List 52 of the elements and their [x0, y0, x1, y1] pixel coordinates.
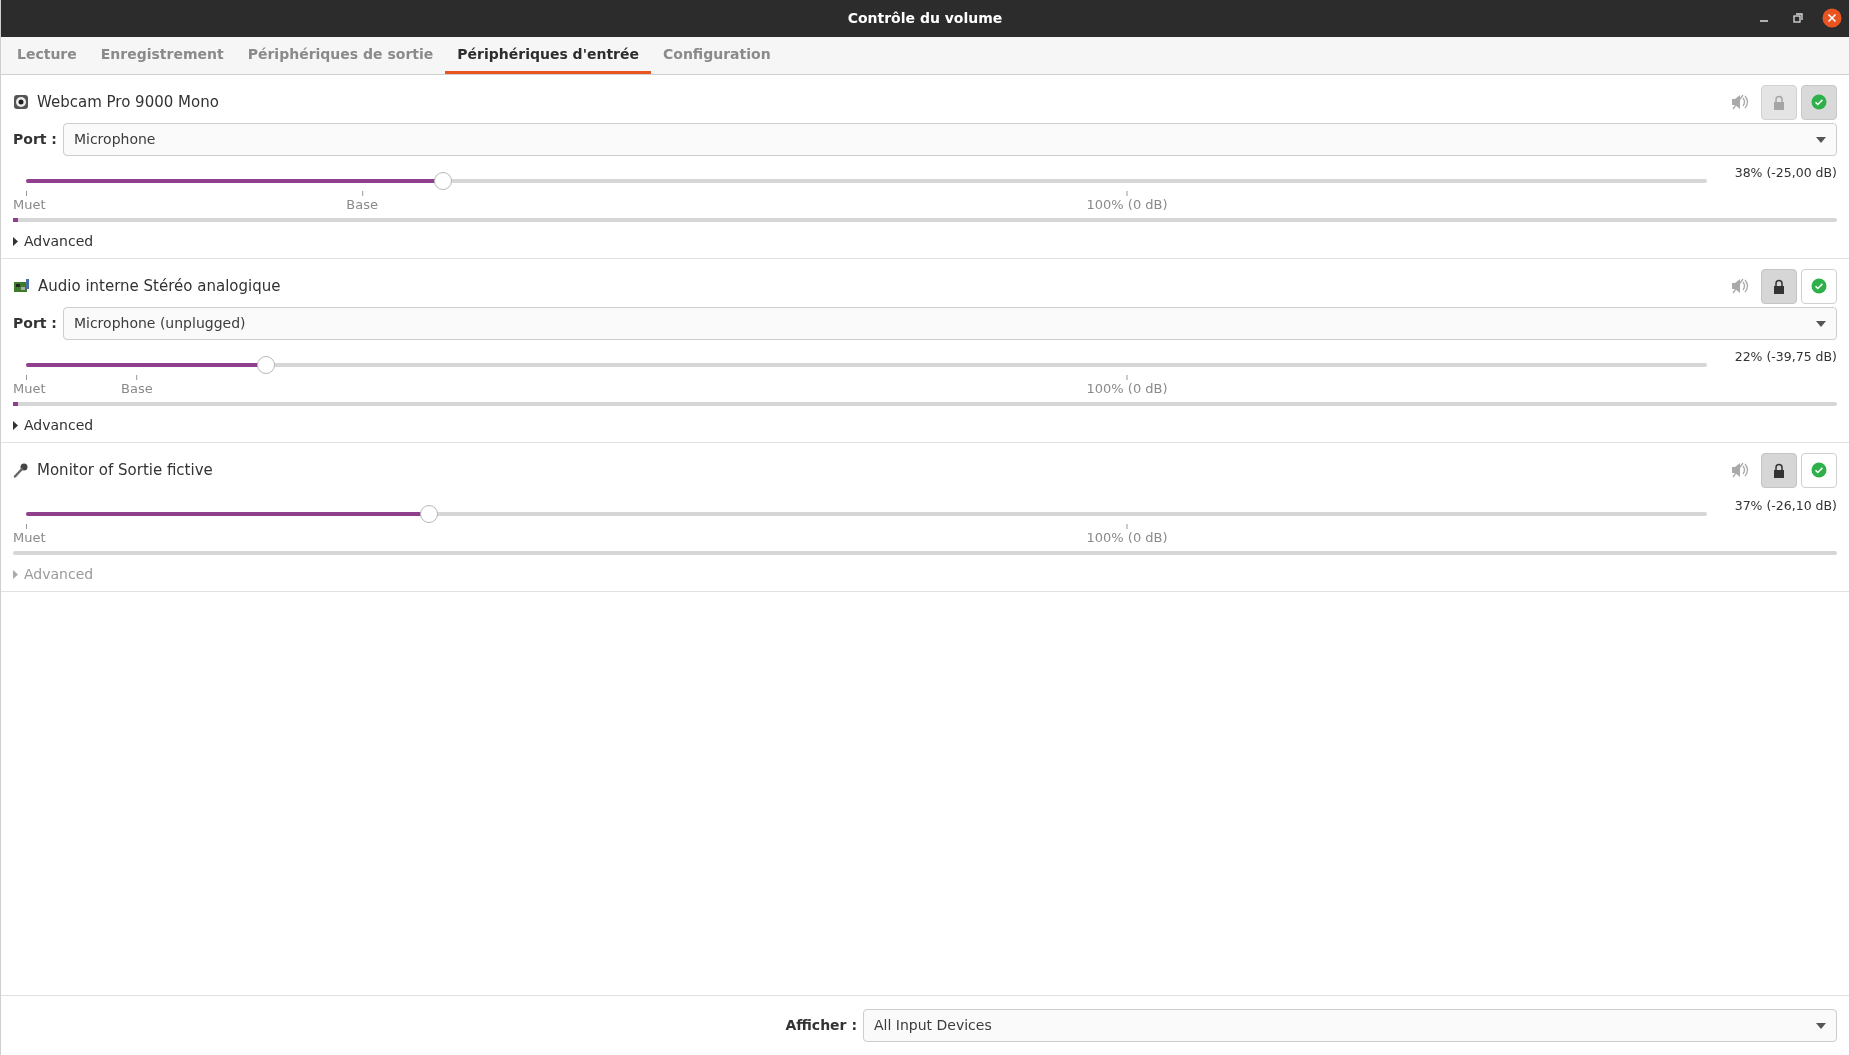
scale-label: 100% (0 dB) — [1086, 529, 1168, 547]
muted-speaker-icon — [1730, 94, 1749, 110]
expander-arrow-icon — [13, 236, 18, 246]
scale-label: Muet — [13, 380, 46, 398]
volume-reading: 37% (-26,10 dB) — [1734, 497, 1837, 515]
microphone-icon — [13, 462, 29, 478]
scale-label: Base — [121, 380, 153, 398]
slider-thumb[interactable] — [433, 172, 452, 190]
webcam-icon — [13, 94, 29, 110]
advanced-expander[interactable]: Advanced — [13, 230, 94, 252]
slider-thumb[interactable] — [257, 356, 276, 374]
expander-arrow-icon — [13, 569, 18, 579]
scale-label: Muet — [13, 529, 46, 547]
show-label: Afficher : — [785, 1016, 857, 1035]
muted-speaker-icon — [1730, 278, 1749, 294]
lock-icon — [1773, 278, 1785, 294]
volume-slider[interactable] — [26, 356, 1707, 374]
device-name: Webcam Pro 9000 Mono — [37, 91, 219, 113]
port-dropdown[interactable]: Microphone — [62, 123, 1837, 156]
advanced-expander[interactable]: Advanced — [13, 414, 94, 436]
window-title: Contrôle du volume — [847, 9, 1003, 28]
checkmark-icon — [1811, 94, 1827, 110]
set-default-button[interactable] — [1801, 84, 1837, 120]
port-label: Port : — [13, 130, 57, 149]
dropdown-arrow-icon — [1816, 320, 1826, 327]
volume-slider[interactable] — [26, 505, 1707, 523]
slider-thumb[interactable] — [420, 505, 439, 523]
scale-label: Muet — [13, 196, 46, 214]
tab[interactable]: Périphériques d'entrée — [445, 37, 651, 74]
close-icon[interactable] — [1821, 7, 1843, 29]
checkmark-icon — [1811, 462, 1827, 478]
device-name: Audio interne Stéréo analogique — [38, 275, 281, 297]
volume-reading: 38% (-25,00 dB) — [1734, 164, 1837, 182]
lock-icon — [1773, 462, 1785, 478]
sound-card-icon — [13, 278, 30, 294]
dropdown-arrow-icon — [1816, 136, 1826, 143]
port-dropdown[interactable]: Microphone (unplugged) — [62, 307, 1837, 340]
lock-channels-button[interactable] — [1761, 268, 1797, 304]
dropdown-arrow-icon — [1816, 1022, 1826, 1029]
expander-arrow-icon — [13, 420, 18, 430]
lock-channels-button[interactable] — [1761, 452, 1797, 488]
scale-label: 100% (0 dB) — [1086, 380, 1168, 398]
device-name: Monitor of Sortie fictive — [37, 459, 213, 481]
volume-slider[interactable] — [26, 172, 1707, 190]
device-filter-dropdown[interactable]: All Input Devices — [863, 1009, 1837, 1042]
lock-icon — [1773, 94, 1785, 110]
port-label: Port : — [13, 314, 57, 333]
scale-label: 100% (0 dB) — [1086, 196, 1168, 214]
scale-label: Base — [346, 196, 378, 214]
volume-reading: 22% (-39,75 dB) — [1734, 348, 1837, 366]
checkmark-icon — [1811, 278, 1827, 294]
muted-speaker-icon — [1730, 462, 1749, 478]
